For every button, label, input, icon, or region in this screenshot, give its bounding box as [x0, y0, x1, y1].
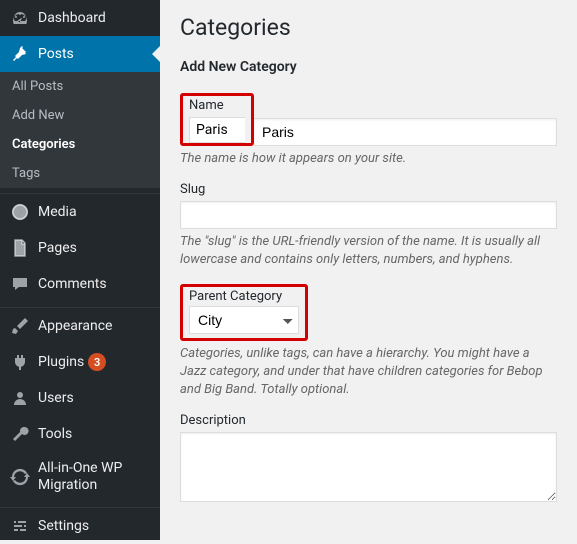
update-badge: 3: [88, 353, 106, 371]
menu-media[interactable]: Media: [0, 194, 160, 230]
settings-icon: [10, 516, 30, 536]
menu-aio-migration[interactable]: All-in-One WP Migration: [0, 452, 160, 502]
submenu-add-new[interactable]: Add New: [0, 101, 160, 130]
submenu-categories[interactable]: Categories: [0, 130, 160, 159]
menu-settings[interactable]: Settings: [0, 508, 160, 544]
menu-label: All-in-One WP Migration: [38, 460, 150, 494]
pin-icon: [10, 44, 30, 64]
slug-label: Slug: [180, 182, 557, 197]
menu-label: Settings: [38, 518, 89, 534]
brush-icon: [10, 316, 30, 336]
page-title: Categories: [180, 14, 557, 41]
name-value-preview: Paris: [189, 117, 245, 143]
field-parent-category: Parent Category City Categories, unlike …: [180, 284, 557, 400]
page-icon: [10, 238, 30, 258]
field-slug: Slug The "slug" is the URL-friendly vers…: [180, 182, 557, 269]
plug-icon: [10, 352, 30, 372]
main-content: Categories Add New Category Name Paris T…: [160, 0, 577, 540]
menu-label: Appearance: [38, 318, 112, 334]
media-icon: [10, 202, 30, 222]
migration-icon: [10, 467, 30, 487]
menu-label: Tools: [38, 426, 72, 442]
slug-description: The "slug" is the URL-friendly version o…: [180, 233, 557, 269]
menu-tools[interactable]: Tools: [0, 416, 160, 452]
highlight-parent: Parent Category City: [180, 284, 308, 341]
menu-label: Users: [38, 390, 74, 406]
parent-label: Parent Category: [189, 289, 299, 304]
wrench-icon: [10, 424, 30, 444]
menu-users[interactable]: Users: [0, 380, 160, 416]
description-label: Description: [180, 413, 557, 428]
menu-label: Plugins: [38, 354, 84, 370]
menu-posts[interactable]: Posts: [0, 36, 160, 72]
section-title: Add New Category: [180, 59, 557, 75]
submenu-all-posts[interactable]: All Posts: [0, 72, 160, 101]
name-description: The name is how it appears on your site.: [180, 150, 557, 168]
menu-label: Dashboard: [38, 10, 106, 26]
menu-appearance[interactable]: Appearance: [0, 308, 160, 344]
parent-select[interactable]: City: [189, 306, 299, 334]
menu-label: Comments: [38, 276, 107, 292]
menu-dashboard[interactable]: Dashboard: [0, 0, 160, 36]
menu-label: Pages: [38, 240, 77, 256]
slug-input[interactable]: [180, 201, 557, 229]
description-input[interactable]: [180, 432, 557, 502]
dashboard-icon: [10, 8, 30, 28]
menu-plugins[interactable]: Plugins 3: [0, 344, 160, 380]
users-icon: [10, 388, 30, 408]
menu-label: Posts: [38, 46, 74, 62]
field-name: Name Paris The name is how it appears on…: [180, 93, 557, 168]
submenu-posts: All Posts Add New Categories Tags: [0, 72, 160, 188]
admin-sidebar: Dashboard Posts All Posts Add New Catego…: [0, 0, 160, 540]
name-input[interactable]: [254, 118, 557, 146]
menu-comments[interactable]: Comments: [0, 266, 160, 302]
comments-icon: [10, 274, 30, 294]
highlight-name: Name Paris: [180, 93, 254, 146]
name-label: Name: [189, 98, 245, 113]
menu-pages[interactable]: Pages: [0, 230, 160, 266]
menu-label: Media: [38, 204, 77, 220]
submenu-tags[interactable]: Tags: [0, 159, 160, 188]
field-description: Description: [180, 413, 557, 506]
parent-description: Categories, unlike tags, can have a hier…: [180, 345, 557, 400]
